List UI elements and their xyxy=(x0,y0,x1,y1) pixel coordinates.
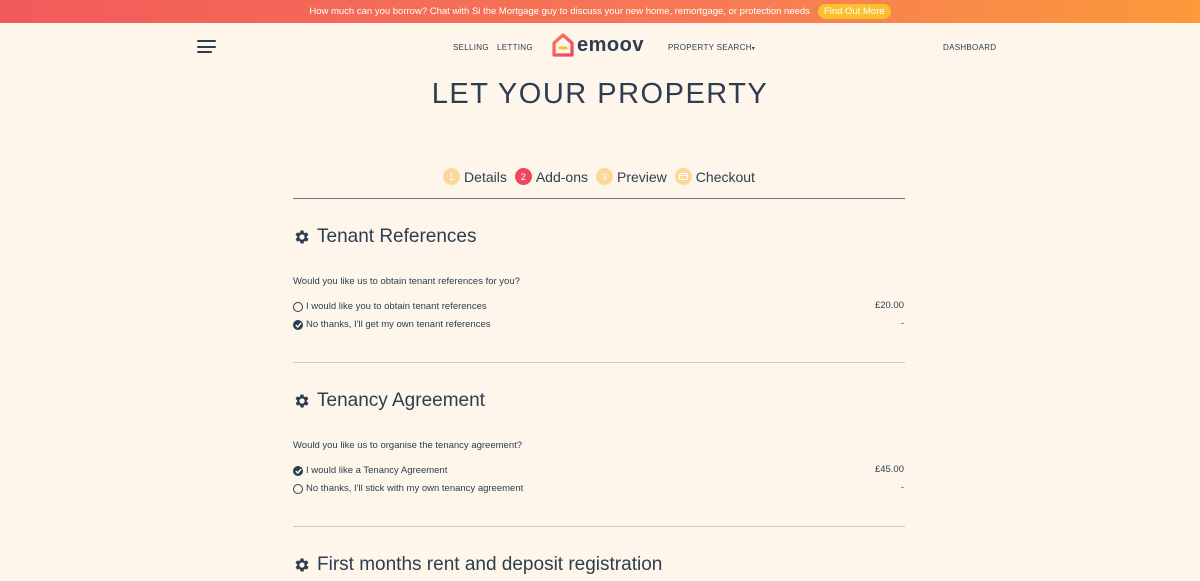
section-title-text: Tenant References xyxy=(317,226,477,247)
step-label: Checkout xyxy=(695,168,755,185)
radio-unchecked-icon[interactable] xyxy=(293,301,303,312)
nav-link-selling[interactable]: SELLING xyxy=(453,43,489,52)
promo-banner: How much can you borrow? Chat with Si th… xyxy=(0,0,1200,23)
section-title-tenancy-agreement: Tenancy Agreement xyxy=(293,390,485,412)
step-number: 1 xyxy=(443,168,461,185)
find-out-more-button[interactable]: Find Out More xyxy=(817,4,891,19)
page-title: LET YOUR PROPERTY xyxy=(431,78,769,110)
option-label: No thanks, I'll stick with my own tenanc… xyxy=(306,483,524,494)
option-label: I would like a Tenancy Agreement xyxy=(306,465,448,476)
promo-banner-text: How much can you borrow? Chat with Si th… xyxy=(309,6,810,17)
step-number: 2 xyxy=(514,168,532,185)
option-price: - xyxy=(900,318,904,329)
nav-link-dashboard[interactable]: DASHBOARD xyxy=(943,43,996,52)
gear-icon xyxy=(295,394,309,408)
option-label: No thanks, I'll get my own tenant refere… xyxy=(306,319,491,330)
section-divider xyxy=(293,526,905,527)
step-preview[interactable]: 3 Preview xyxy=(596,168,667,185)
step-label: Preview xyxy=(617,168,667,185)
section-title-first-months-rent: First months rent and deposit registrati… xyxy=(293,554,662,576)
option-label: I would like you to obtain tenant refere… xyxy=(306,301,487,312)
option-price: £20.00 xyxy=(874,300,904,311)
nav-link-property-search[interactable]: PROPERTY SEARCH▾ xyxy=(668,43,755,52)
gear-icon xyxy=(295,230,309,244)
top-nav: SELLING LETTING emoov PROPERTY SEARCH▾ D… xyxy=(0,23,1200,69)
radio-checked-icon[interactable] xyxy=(293,319,303,330)
option-own-agreement[interactable]: No thanks, I'll stick with my own tenanc… xyxy=(293,483,523,494)
option-price: - xyxy=(900,482,904,493)
option-price: £45.00 xyxy=(874,464,904,475)
nav-link-letting[interactable]: LETTING xyxy=(497,43,533,52)
hamburger-menu-icon[interactable] xyxy=(197,40,216,53)
step-add-ons[interactable]: 2 Add-ons xyxy=(514,168,588,185)
section-title-tenant-references: Tenant References xyxy=(293,226,477,248)
house-logo-icon xyxy=(552,33,574,57)
emoov-logo[interactable]: emoov xyxy=(552,33,644,57)
gear-icon xyxy=(295,558,309,572)
progress-steps: 1 Details 2 Add-ons 3 Preview Checkout xyxy=(0,168,1200,185)
radio-unchecked-icon[interactable] xyxy=(293,483,303,494)
step-checkout[interactable]: Checkout xyxy=(674,168,755,185)
section-title-text: First months rent and deposit registrati… xyxy=(317,554,663,575)
option-tenancy-agreement[interactable]: I would like a Tenancy Agreement xyxy=(293,465,447,476)
card-icon xyxy=(674,168,692,185)
caret-down-icon: ▾ xyxy=(751,46,756,52)
step-label: Add-ons xyxy=(535,168,588,185)
step-number: 3 xyxy=(596,168,613,185)
question-text: Would you like us to organise the tenanc… xyxy=(293,440,523,451)
section-divider xyxy=(293,362,905,363)
option-own-references[interactable]: No thanks, I'll get my own tenant refere… xyxy=(293,319,491,330)
logo-text: emoov xyxy=(577,33,644,56)
step-details[interactable]: 1 Details xyxy=(443,168,507,185)
question-text: Would you like us to obtain tenant refer… xyxy=(293,276,520,287)
option-obtain-references[interactable]: I would like you to obtain tenant refere… xyxy=(293,301,487,312)
radio-checked-icon[interactable] xyxy=(293,465,303,476)
property-search-label: PROPERTY SEARCH xyxy=(668,43,752,52)
step-label: Details xyxy=(464,168,507,185)
steps-divider xyxy=(293,198,905,199)
section-title-text: Tenancy Agreement xyxy=(317,390,485,411)
